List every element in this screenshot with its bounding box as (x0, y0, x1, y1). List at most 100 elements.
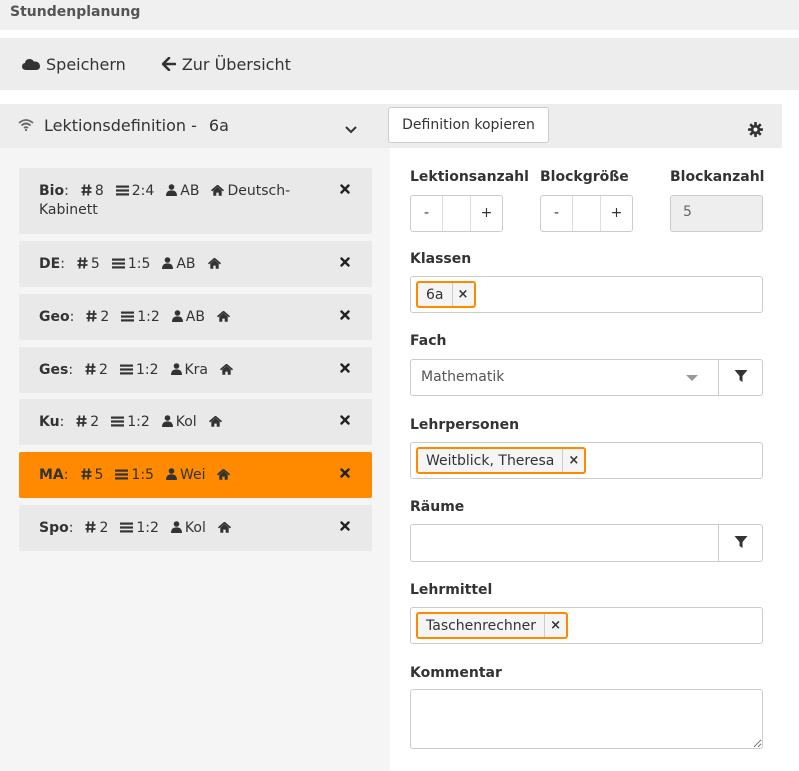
blockgroesse-decrement[interactable]: - (541, 196, 572, 231)
lehrmittel-tag-remove-icon[interactable]: × (544, 614, 566, 637)
lesson-count: 2 (90, 414, 100, 430)
overview-button[interactable]: Zur Übersicht (161, 55, 291, 74)
home-icon (219, 362, 236, 378)
lektionsanzahl-decrement[interactable]: - (411, 196, 442, 231)
list-icon (111, 256, 128, 272)
list-icon (120, 520, 136, 536)
lesson-count: 5 (94, 467, 104, 483)
lesson-block: 2:4 (131, 183, 155, 199)
user-icon (166, 183, 180, 199)
klassen-label: Klassen (410, 251, 472, 267)
lesson-block: 1:2 (135, 362, 159, 378)
save-label: Speichern (46, 54, 126, 74)
lesson-room: Deutsch- (227, 183, 291, 199)
fach-select[interactable]: Mathematik (410, 359, 719, 396)
panel-title: Lektionsdefinition - (44, 116, 197, 135)
gear-icon[interactable] (748, 122, 763, 141)
list-icon (115, 183, 132, 199)
list-icon (119, 362, 136, 378)
save-button[interactable]: Speichern (22, 55, 126, 74)
user-icon (162, 256, 176, 272)
lektionsanzahl-increment[interactable]: + (471, 196, 502, 231)
lehrpersonen-tag-label: Weitblick, Theresa (426, 452, 555, 469)
lesson-block: 1:5 (131, 467, 154, 483)
lesson-card[interactable]: Bio: 8 2:4 AB Deutsch- Kabinett (19, 168, 372, 234)
hash-icon (81, 183, 95, 199)
lesson-teacher: AB (185, 309, 205, 325)
lektionsanzahl-value[interactable] (442, 196, 471, 231)
close-icon[interactable] (340, 519, 350, 535)
lesson-block: 1:5 (127, 256, 151, 272)
user-icon (170, 520, 185, 536)
lesson-card[interactable]: Ku: 2 1:2 Kol (19, 399, 372, 445)
close-icon[interactable] (340, 182, 350, 198)
home-icon (207, 256, 224, 272)
close-icon[interactable] (340, 308, 350, 324)
lesson-count: 2 (99, 362, 108, 378)
blockgroesse-value[interactable] (572, 196, 601, 231)
lesson-card[interactable]: Geo: 2 1:2 AB (19, 294, 372, 340)
home-icon (208, 414, 225, 430)
list-icon (115, 467, 131, 483)
lesson-subject: DE (39, 256, 61, 272)
lesson-card[interactable]: MA: 5 1:5 Wei (19, 452, 372, 498)
fach-value: Mathematik (421, 369, 505, 385)
lehrpersonen-label: Lehrpersonen (410, 417, 520, 433)
close-icon[interactable] (340, 255, 350, 271)
kommentar-textarea[interactable] (410, 689, 763, 749)
lehrpersonen-field[interactable]: Weitblick, Theresa × (410, 442, 763, 479)
lesson-card[interactable]: Spo: 2 1:2 Kol (19, 505, 372, 551)
lesson-subject: Bio (39, 183, 65, 199)
filter-icon (734, 368, 748, 387)
lesson-count: 2 (99, 520, 109, 536)
lektionsanzahl-label: Lektionsanzahl (410, 169, 529, 185)
toolbar: Speichern Zur Übersicht (0, 38, 799, 90)
home-icon (217, 467, 233, 483)
blockgroesse-increment[interactable]: + (601, 196, 632, 231)
lesson-card[interactable]: Ges: 2 1:2 Kra (19, 347, 372, 393)
lesson-count: 8 (94, 183, 104, 199)
hash-icon (81, 467, 95, 483)
lehrmittel-field[interactable]: Taschenrechner × (410, 607, 763, 644)
raeume-label: Räume (410, 499, 465, 515)
lesson-room-line2: Kabinett (39, 202, 98, 218)
user-icon (171, 309, 186, 325)
wifi-icon (18, 116, 34, 135)
hash-icon (76, 414, 90, 430)
chevron-down-icon[interactable] (344, 120, 358, 139)
user-icon (170, 362, 185, 378)
klassen-tag-remove-icon[interactable]: × (451, 283, 474, 306)
lesson-teacher: Kol (175, 414, 197, 430)
lesson-block: 1:2 (127, 414, 150, 430)
lesson-block: 1:2 (136, 520, 159, 536)
lesson-teacher: AB (176, 256, 196, 272)
copy-definition-button[interactable]: Definition kopieren (388, 107, 549, 143)
raeume-field[interactable] (410, 524, 719, 562)
lesson-subject: Ku (39, 414, 60, 430)
blockanzahl-label: Blockanzahl (670, 169, 765, 185)
home-icon (216, 309, 233, 325)
hash-icon (85, 362, 99, 378)
home-icon (217, 520, 234, 536)
raeume-filter-button[interactable] (718, 524, 763, 562)
lesson-block: 1:2 (137, 309, 160, 325)
caret-down-icon (686, 375, 698, 381)
hash-icon (77, 256, 91, 272)
blockgroesse-stepper: - + (540, 195, 633, 232)
lehrpersonen-tag-remove-icon[interactable]: × (562, 449, 584, 472)
blockgroesse-label: Blockgröße (540, 169, 629, 185)
close-icon[interactable] (340, 361, 350, 377)
cloud-icon (22, 57, 40, 71)
klassen-tag: 6a × (416, 281, 476, 308)
fach-filter-button[interactable] (718, 359, 763, 396)
close-icon[interactable] (340, 466, 350, 482)
klassen-tag-label: 6a (426, 286, 444, 303)
panel-class-name: 6a (208, 116, 229, 135)
fach-label: Fach (410, 333, 447, 349)
app-title: Stundenplanung (0, 0, 799, 30)
lesson-teacher: Wei (179, 467, 206, 483)
home-icon (211, 183, 227, 199)
close-icon[interactable] (340, 413, 350, 429)
lesson-card[interactable]: DE: 5 1:5 AB (19, 241, 372, 287)
klassen-field[interactable]: 6a × (410, 276, 763, 313)
